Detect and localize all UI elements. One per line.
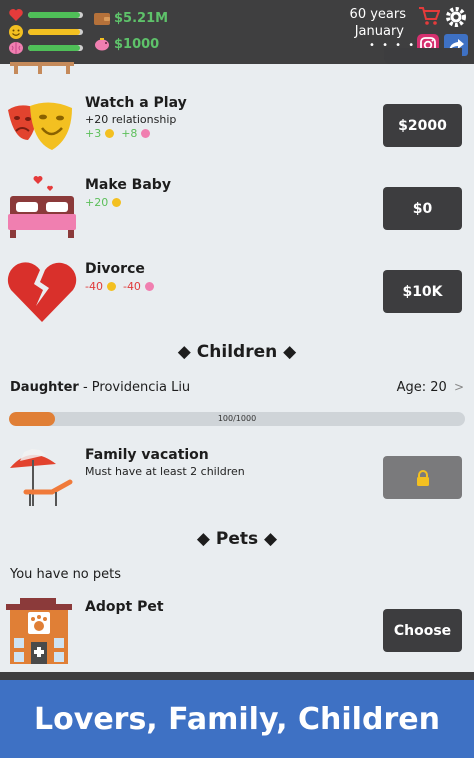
heart-icon	[9, 9, 23, 21]
player-age: 60 years	[349, 7, 406, 22]
lock-icon	[416, 469, 429, 486]
wallet-icon	[94, 13, 110, 25]
beach-umbrella-chair-icon	[10, 449, 73, 506]
happiness-icon	[106, 282, 116, 291]
activity-title: Make Baby	[85, 177, 171, 193]
activity-title: Adopt Pet	[85, 599, 164, 615]
family-vacation-locked-button[interactable]	[383, 456, 462, 499]
settings-gear-icon[interactable]	[444, 5, 468, 29]
promo-banner: Lovers, Family, Children	[0, 680, 474, 758]
smarts-bar-fill	[28, 45, 81, 51]
smarts-icon	[141, 129, 151, 138]
relationship-progress-bar: 100/1000	[9, 412, 465, 426]
piggy-bank-icon	[95, 38, 109, 51]
smarts-icon	[144, 282, 154, 291]
activity-effects: -40 -40	[85, 280, 159, 293]
activity-title: Family vacation	[85, 447, 209, 463]
effect-value: +3	[85, 127, 102, 140]
happiness-icon	[105, 129, 115, 138]
activity-effects: +3 +8	[85, 127, 155, 140]
make-baby-button[interactable]: $0	[383, 187, 462, 230]
health-bar-fill	[28, 12, 81, 18]
activity-adopt-pet: Adopt Pet Choose	[0, 596, 474, 668]
money-amount: $5.21M	[114, 11, 169, 26]
child-age-value: Age: 20	[396, 380, 447, 395]
effect-value: -40	[122, 280, 141, 293]
choose-pet-button[interactable]: Choose	[383, 609, 462, 652]
activity-subtitle: Must have at least 2 children	[85, 465, 245, 478]
happiness-icon	[9, 25, 23, 39]
activity-subtitle: +20 relationship	[85, 113, 177, 126]
chevron-right-icon: >	[453, 380, 464, 394]
watch-play-button[interactable]: $2000	[383, 104, 462, 147]
theater-masks-icon	[8, 102, 72, 150]
effect-value: -40	[85, 280, 103, 293]
health-bar	[28, 12, 83, 18]
divorce-button[interactable]: $10K	[383, 270, 462, 313]
effect-value: +8	[121, 127, 138, 140]
child-name: Providencia Liu	[91, 380, 191, 395]
shop-cart-icon[interactable]	[418, 6, 440, 26]
happiness-bar	[28, 29, 83, 35]
pets-heading: ◆ Pets ◆	[196, 529, 278, 549]
smarts-bar	[28, 45, 83, 51]
activity-effects: +20	[85, 196, 126, 209]
pet-shelter-icon	[6, 598, 72, 664]
happiness-icon	[112, 198, 122, 207]
broken-heart-icon	[7, 262, 77, 322]
bench-icon	[10, 62, 74, 74]
current-month: January	[354, 24, 404, 39]
child-separator: -	[78, 380, 92, 395]
child-entry[interactable]: Daughter - Providencia Liu	[10, 380, 190, 395]
activity-watch-play: Watch a Play +20 relationship +3 +8 $200…	[0, 92, 474, 156]
effect-value: +20	[85, 196, 109, 209]
activity-title: Watch a Play	[85, 95, 187, 111]
bed-hearts-icon	[8, 176, 76, 238]
partial-action-button[interactable]	[384, 48, 462, 64]
brain-icon	[9, 42, 23, 54]
activity-title: Divorce	[85, 261, 145, 277]
happiness-bar-fill	[28, 29, 81, 35]
no-pets-text: You have no pets	[10, 567, 122, 582]
activity-make-baby: Make Baby +20 $0	[0, 174, 474, 244]
savings-amount: $1000	[114, 37, 160, 52]
activity-divorce: Divorce -40 -40 $10K	[0, 258, 474, 328]
child-relation: Daughter	[10, 380, 79, 395]
relationship-progress-label: 100/1000	[217, 414, 257, 423]
child-age[interactable]: Age: 20 >	[397, 380, 464, 395]
children-heading: ◆ Children ◆	[177, 342, 297, 362]
